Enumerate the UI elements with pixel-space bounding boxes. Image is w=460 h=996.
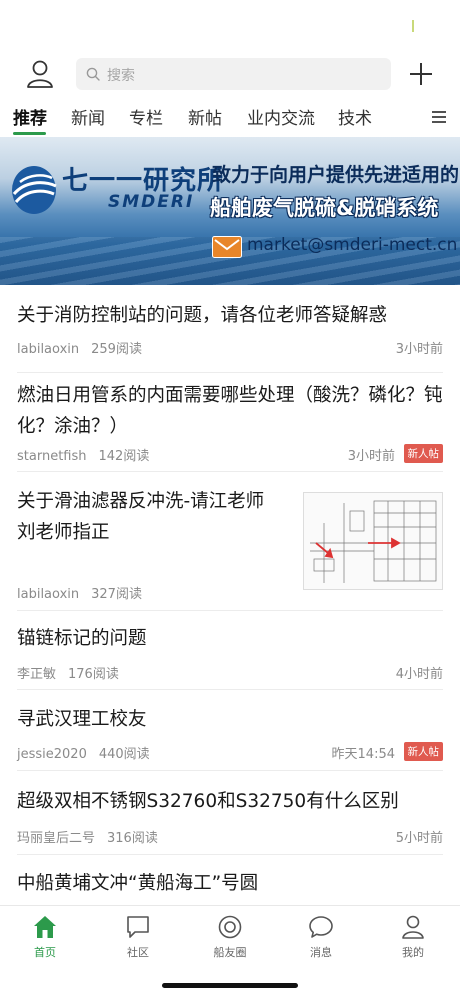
nav-community-label: 社区 [127,946,149,959]
post-title: 超级双相不锈钢S32760和S32750有什么区别 [17,791,399,812]
post-thumbnail[interactable] [303,492,443,590]
nav-home[interactable]: 首页 [10,914,80,960]
user-icon [402,915,424,939]
more-tabs-button[interactable] [430,109,448,125]
chat-square-icon [127,916,149,938]
post-author: jessie2020 [17,747,87,762]
post-time: 5小时前 [395,831,443,846]
status-indicator [412,20,414,32]
active-tab-indicator [13,132,46,135]
tab-technology[interactable]: 技术 [338,104,372,129]
list-item[interactable]: 超级双相不锈钢S32760和S32750有什么区别 玛丽皇后二号 316阅读 5小… [17,786,443,855]
hamburger-menu-icon [432,111,446,123]
post-meta: starnetfish 142阅读 [17,445,149,464]
tab-columns[interactable]: 专栏 [129,104,163,129]
profile-button[interactable] [26,59,54,89]
plus-icon [410,63,432,85]
nav-community[interactable]: 社区 [103,914,173,960]
list-item[interactable]: 锚链标记的问题 李正敏 176阅读 4小时前 [17,623,443,690]
category-tabs: 推荐 新闻 专栏 新帖 业内交流 技术 [0,104,460,135]
search-icon [86,67,100,81]
post-reads: 142阅读 [98,449,150,464]
nav-ship-friends[interactable]: 船友圈 [195,914,265,960]
post-title: 关于消防控制站的问题，请各位老师答疑解惑 [17,305,388,326]
nav-home-label: 首页 [34,946,56,959]
post-title: 关于滑油滤器反冲洗-请江老师刘老师指正 [17,491,265,543]
tab-recommend[interactable]: 推荐 [13,104,47,129]
banner-slogan-line2: 船舶废气脱硫&脱硝系统 [210,196,439,220]
tab-industry-exchange[interactable]: 业内交流 [247,104,315,129]
post-time: 3小时前 [395,342,443,357]
post-title: 中船黄埔文冲“黄船海工”号圆 [17,873,259,894]
post-reads: 327阅读 [91,587,142,602]
list-item[interactable]: 中船黄埔文冲“黄船海工”号圆 [17,868,443,905]
post-meta: 玛丽皇后二号 316阅读 [17,827,158,846]
post-meta: labilaoxin 259阅读 [17,338,142,357]
post-author: starnetfish [17,449,87,464]
post-time: 3小时前 [347,449,395,464]
new-user-badge: 新人帖 [403,444,443,463]
tab-news[interactable]: 新闻 [71,104,105,129]
nav-profile-label: 我的 [402,946,424,959]
mail-icon [212,236,242,258]
smderi-logo-icon [12,166,57,214]
post-author: 玛丽皇后二号 [17,831,96,846]
banner-email: market@smderi-mect.cn [247,235,458,255]
post-meta: jessie2020 440阅读 [17,743,150,762]
new-user-badge: 新人帖 [403,742,443,761]
list-item[interactable]: 燃油日用管系的内面需要哪些处理（酸洗？磷化？钝化？涂油？） starnetfis… [17,380,443,472]
post-author: labilaoxin [17,587,80,602]
post-reads: 259阅读 [91,342,142,357]
home-icon [34,916,56,938]
compass-icon [218,915,242,939]
post-title: 燃油日用管系的内面需要哪些处理（酸洗？磷化？钝化？涂油？） [17,385,443,437]
post-author: 李正敏 [17,667,57,682]
search-input[interactable]: 搜索 [76,58,391,90]
post-meta: labilaoxin 327阅读 [17,583,142,602]
banner-logo-english: SMDERI [108,192,195,212]
post-meta: 李正敏 176阅读 [17,663,119,682]
add-button[interactable] [407,60,435,88]
nav-messages-label: 消息 [310,946,332,959]
status-bar [0,0,460,52]
post-time: 昨天14:54 [331,747,395,762]
user-icon [27,60,53,88]
home-indicator[interactable] [162,983,298,988]
list-item[interactable]: 关于消防控制站的问题，请各位老师答疑解惑 labilaoxin 259阅读 3小时… [17,300,443,373]
post-time: 4小时前 [395,667,443,682]
post-reads: 316阅读 [107,831,158,846]
nav-messages[interactable]: 消息 [286,914,356,960]
post-reads: 440阅读 [98,747,150,762]
list-item[interactable]: 寻武汉理工校友 jessie2020 440阅读 昨天14:54 新人帖 [17,704,443,771]
post-title: 寻武汉理工校友 [17,709,147,730]
message-bubble-icon [309,916,333,938]
top-bar: 搜索 [0,57,460,91]
search-placeholder: 搜索 [107,68,135,84]
banner-slogan-line1: 致力于向用户提供先进适用的 [212,164,460,186]
nav-profile[interactable]: 我的 [378,914,448,960]
post-author: labilaoxin [17,342,80,357]
post-title: 锚链标记的问题 [17,628,147,649]
post-reads: 176阅读 [68,667,119,682]
nav-ship-friends-label: 船友圈 [213,946,247,959]
engineering-drawing-image [310,500,437,583]
tab-new-posts[interactable]: 新帖 [188,104,222,129]
